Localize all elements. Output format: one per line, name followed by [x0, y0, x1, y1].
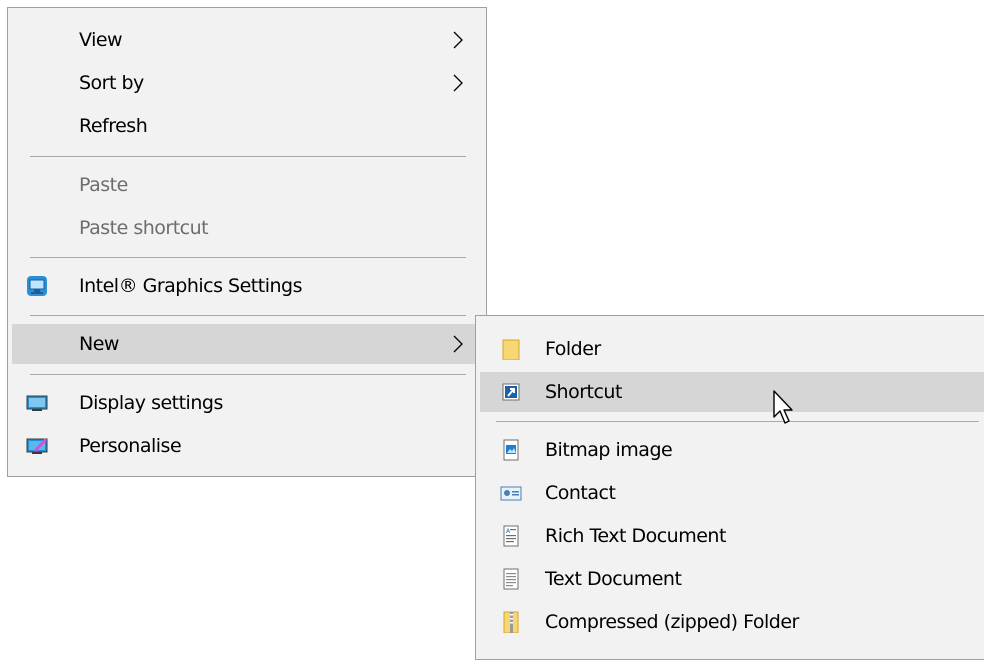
chevron-right-icon	[453, 335, 463, 353]
chevron-right-icon	[453, 74, 463, 92]
menu-item-display-settings[interactable]: Display settings	[12, 383, 482, 423]
rich-text-icon: A	[503, 525, 519, 547]
submenu-item-rich-text-document[interactable]: A Rich Text Document	[480, 516, 984, 556]
submenu-separator	[496, 421, 979, 422]
submenu-item-contact[interactable]: Contact	[480, 473, 984, 513]
menu-item-personalise[interactable]: Personalise	[12, 426, 482, 466]
new-submenu: Folder Shortcut Bitmap image Contact A R…	[475, 315, 984, 660]
personalise-icon	[26, 438, 48, 454]
menu-item-paste[interactable]: Paste	[12, 165, 482, 205]
menu-item-personalise-label: Personalise	[79, 435, 182, 457]
submenu-item-text-document-label: Text Document	[545, 568, 682, 590]
submenu-item-bitmap-image[interactable]: Bitmap image	[480, 430, 984, 470]
mouse-pointer-icon	[773, 390, 793, 424]
menu-item-sort-by-label: Sort by	[79, 72, 144, 94]
bitmap-icon	[503, 439, 519, 461]
submenu-item-shortcut[interactable]: Shortcut	[480, 372, 984, 412]
menu-item-paste-shortcut-label: Paste shortcut	[79, 217, 209, 239]
menu-item-sort-by[interactable]: Sort by	[12, 63, 482, 103]
folder-icon	[502, 339, 520, 360]
menu-item-view[interactable]: View	[12, 20, 482, 60]
menu-item-display-settings-label: Display settings	[79, 392, 223, 414]
menu-item-new-label: New	[79, 333, 119, 355]
submenu-item-text-document[interactable]: Text Document	[480, 559, 984, 599]
submenu-item-compressed-folder-label: Compressed (zipped) Folder	[545, 611, 799, 633]
text-document-icon	[503, 568, 519, 590]
menu-item-paste-label: Paste	[79, 174, 128, 196]
submenu-item-folder[interactable]: Folder	[480, 329, 984, 369]
menu-separator	[30, 156, 466, 157]
menu-item-view-label: View	[79, 29, 123, 51]
menu-item-intel-graphics[interactable]: Intel® Graphics Settings	[12, 266, 482, 306]
submenu-item-shortcut-label: Shortcut	[545, 381, 622, 403]
menu-separator	[30, 257, 466, 258]
menu-item-refresh-label: Refresh	[79, 115, 148, 137]
menu-separator	[30, 315, 466, 316]
menu-item-intel-graphics-label: Intel® Graphics Settings	[79, 275, 302, 297]
submenu-item-compressed-folder[interactable]: Compressed (zipped) Folder	[480, 602, 984, 642]
menu-item-refresh[interactable]: Refresh	[12, 106, 482, 146]
menu-separator	[30, 374, 466, 375]
submenu-item-bitmap-image-label: Bitmap image	[545, 439, 673, 461]
submenu-item-rich-text-document-label: Rich Text Document	[545, 525, 726, 547]
shortcut-icon	[502, 383, 520, 401]
contact-icon	[500, 486, 522, 501]
intel-graphics-icon	[27, 276, 47, 296]
zip-folder-icon	[503, 611, 519, 633]
chevron-right-icon	[453, 31, 463, 49]
menu-item-new[interactable]: New	[12, 324, 482, 364]
menu-item-paste-shortcut[interactable]: Paste shortcut	[12, 208, 482, 248]
desktop-context-menu: View Sort by Refresh Paste Paste shortcu…	[7, 7, 487, 477]
display-icon	[26, 395, 48, 411]
submenu-item-contact-label: Contact	[545, 482, 616, 504]
submenu-item-folder-label: Folder	[545, 338, 601, 360]
